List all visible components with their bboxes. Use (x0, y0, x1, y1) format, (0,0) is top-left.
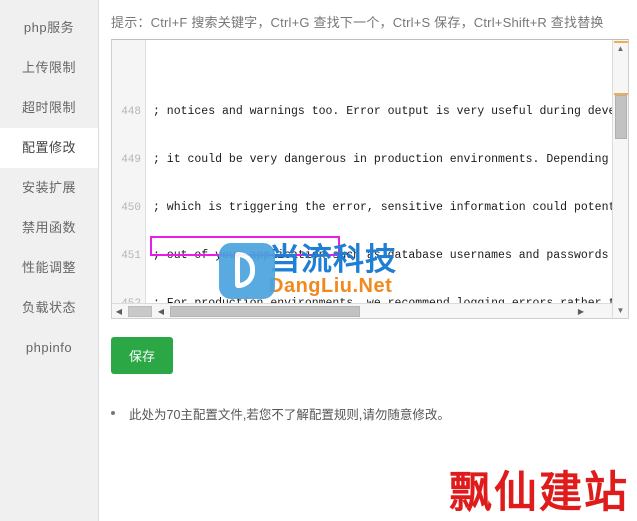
sidebar-item-label: 性能调整 (21, 260, 76, 275)
editor-viewport[interactable]: 448 ; notices and warnings too. Error out… (112, 40, 612, 318)
save-button[interactable]: 保存 (111, 337, 174, 374)
code-line[interactable]: 450 ; which is triggering the error, sens… (112, 200, 612, 216)
sidebar-item-php-service[interactable]: php服务 (0, 8, 98, 48)
sidebar-item-label: 超时限制 (21, 100, 76, 115)
code-line[interactable]: 448 ; notices and warnings too. Error out… (112, 104, 612, 120)
scroll-marker (614, 41, 628, 43)
sidebar-item-config-modify[interactable]: 配置修改 (0, 128, 98, 168)
sidebar-item-label: php服务 (23, 20, 75, 35)
line-number: 449 (121, 154, 141, 166)
sidebar-item-upload-limit[interactable]: 上传限制 (0, 48, 98, 88)
php-config-page: php服务 上传限制 超时限制 配置修改 安装扩展 禁用函数 性能调整 负载状态… (0, 0, 637, 521)
editor-vertical-scrollbar[interactable]: ▲ ▼ (612, 40, 628, 318)
sidebar-item-label: 负载状态 (21, 300, 76, 315)
horizontal-scroll-thumb-small[interactable] (128, 306, 152, 317)
vertical-scroll-thumb[interactable] (615, 95, 627, 139)
scroll-left-icon[interactable]: ◀ (112, 304, 126, 318)
line-text: ; it could be very dangerous in producti… (153, 153, 609, 166)
line-number-gutter (112, 40, 146, 318)
line-text: ; notices and warnings too. Error output… (153, 105, 612, 118)
scroll-right-icon[interactable]: ▶ (574, 304, 588, 318)
code-area[interactable]: 448 ; notices and warnings too. Error out… (112, 40, 612, 318)
line-number: 451 (121, 250, 141, 262)
scroll-left-icon-inner[interactable]: ◀ (154, 304, 168, 318)
scroll-down-icon[interactable]: ▼ (613, 302, 628, 318)
code-line[interactable]: 451 ; out of your application such as dat… (112, 248, 612, 264)
sidebar-item-label: 禁用函数 (21, 220, 76, 235)
sidebar-item-performance-tuning[interactable]: 性能调整 (0, 248, 98, 288)
line-number: 448 (121, 106, 141, 118)
sidebar-item-phpinfo[interactable]: phpinfo (0, 328, 98, 368)
shortcut-hint: 提示：Ctrl+F 搜索关键字，Ctrl+G 查找下一个，Ctrl+S 保存，C… (111, 15, 604, 30)
sidebar-item-label: phpinfo (25, 340, 73, 355)
sidebar: php服务 上传限制 超时限制 配置修改 安装扩展 禁用函数 性能调整 负载状态… (0, 0, 99, 521)
config-note: 此处为70主配置文件,若您不了解配置规则,请勿随意修改。 (111, 404, 637, 423)
code-line[interactable]: 449 ; it could be very dangerous in produ… (112, 152, 612, 168)
line-text: ; which is triggering the error, sensiti… (153, 201, 612, 214)
sidebar-item-label: 配置修改 (21, 140, 76, 155)
line-number: 450 (121, 202, 141, 214)
bullet-icon (111, 411, 115, 415)
sidebar-item-load-status[interactable]: 负载状态 (0, 288, 98, 328)
sidebar-item-timeout-limit[interactable]: 超时限制 (0, 88, 98, 128)
code-editor[interactable]: 448 ; notices and warnings too. Error out… (111, 39, 629, 319)
sidebar-item-label: 安装扩展 (21, 180, 76, 195)
sidebar-item-label: 上传限制 (21, 60, 76, 75)
config-note-text: 此处为70主配置文件,若您不了解配置规则,请勿随意修改。 (129, 408, 450, 422)
horizontal-scroll-thumb[interactable] (170, 306, 360, 317)
action-row: 保存 (99, 319, 637, 374)
main-panel: 提示：Ctrl+F 搜索关键字，Ctrl+G 查找下一个，Ctrl+S 保存，C… (99, 0, 637, 521)
line-text: ; out of your application such as databa… (153, 249, 609, 262)
editor-horizontal-scrollbar[interactable]: ◀ ◀ ▶ (112, 303, 612, 318)
sidebar-item-disabled-functions[interactable]: 禁用函数 (0, 208, 98, 248)
sidebar-item-install-extension[interactable]: 安装扩展 (0, 168, 98, 208)
